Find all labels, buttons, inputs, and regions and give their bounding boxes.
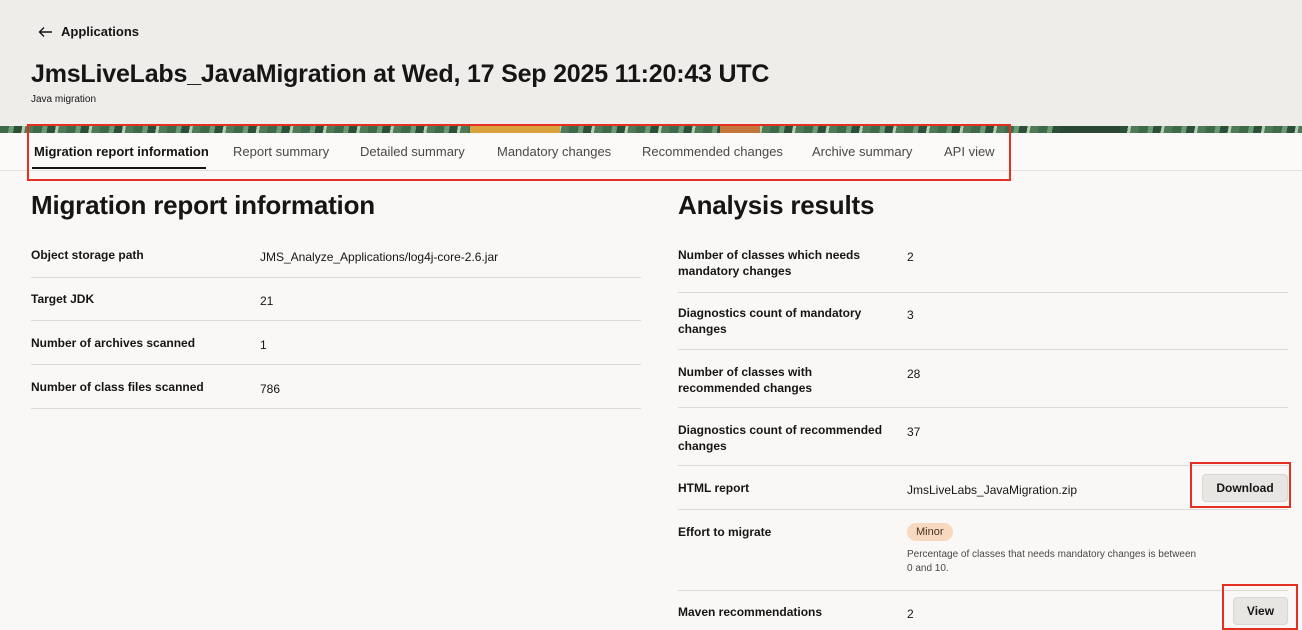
row-label-diagnostics-mandatory: Diagnostics count of mandatory changes (678, 306, 862, 336)
row-divider (678, 465, 1288, 466)
back-link-label: Applications (61, 24, 140, 39)
row-value-classes-recommended: 28 (907, 367, 921, 381)
tab-archive-summary[interactable]: Archive summary (812, 144, 912, 159)
row-divider (31, 364, 641, 365)
tab-detailed-summary[interactable]: Detailed summary (360, 144, 465, 159)
tab-bar: Migration report information Report summ… (0, 133, 1302, 171)
row-label-target-jdk: Target JDK (31, 292, 95, 306)
row-label-html-report: HTML report (678, 481, 750, 495)
row-label-classes-recommended: Number of classes with recommended chang… (678, 365, 813, 395)
row-label-classes-mandatory: Number of classes which needs mandatory … (678, 248, 861, 278)
view-button[interactable]: View (1233, 597, 1288, 625)
row-label-maven-recommendations: Maven recommendations (678, 605, 823, 619)
row-label-archives-scanned: Number of archives scanned (31, 336, 196, 350)
row-value-diagnostics-recommended: 37 (907, 425, 921, 439)
back-to-applications-link[interactable]: Applications (38, 24, 139, 39)
row-label-class-files-scanned: Number of class files scanned (31, 380, 204, 394)
tab-recommended-changes[interactable]: Recommended changes (642, 144, 783, 159)
decorative-banner (0, 126, 1302, 133)
row-divider (678, 349, 1288, 350)
effort-note: Percentage of classes that needs mandato… (907, 549, 1197, 574)
row-value-diagnostics-mandatory: 3 (907, 308, 914, 322)
row-value-maven-recommendations: 2 (907, 607, 914, 621)
page-title: JmsLiveLabs_JavaMigration at Wed, 17 Sep… (31, 60, 770, 88)
row-label-object-storage-path: Object storage path (31, 248, 144, 262)
arrow-left-icon (38, 26, 52, 37)
html-report-filename: JmsLiveLabs_JavaMigration.zip (907, 483, 1078, 497)
active-tab-indicator (32, 167, 206, 169)
tab-mandatory-changes[interactable]: Mandatory changes (497, 144, 611, 159)
row-divider (678, 509, 1288, 510)
download-button[interactable]: Download (1202, 474, 1288, 502)
row-divider (678, 407, 1288, 408)
tab-migration-report-information[interactable]: Migration report information (34, 144, 209, 159)
row-divider (31, 277, 641, 278)
report-info-heading: Migration report information (31, 190, 375, 220)
row-value-object-storage-path: JMS_Analyze_Applications/log4j-core-2.6.… (260, 250, 499, 264)
row-label-diagnostics-recommended: Diagnostics count of recommended changes (678, 423, 883, 453)
page-subtitle: Java migration (31, 94, 97, 105)
effort-status-badge: Minor (907, 523, 953, 541)
page-header: Applications JmsLiveLabs_JavaMigration a… (0, 0, 1302, 126)
tab-api-view[interactable]: API view (944, 144, 995, 159)
row-value-class-files-scanned: 786 (260, 382, 281, 396)
row-divider (678, 590, 1288, 591)
row-value-archives-scanned: 1 (260, 338, 267, 352)
row-divider (678, 292, 1288, 293)
row-value-target-jdk: 21 (260, 294, 274, 308)
tab-report-summary[interactable]: Report summary (233, 144, 329, 159)
row-divider (31, 320, 641, 321)
row-divider (31, 408, 641, 409)
analysis-results-heading: Analysis results (678, 190, 875, 220)
row-value-classes-mandatory: 2 (907, 250, 914, 264)
row-label-effort-to-migrate: Effort to migrate (678, 525, 772, 539)
